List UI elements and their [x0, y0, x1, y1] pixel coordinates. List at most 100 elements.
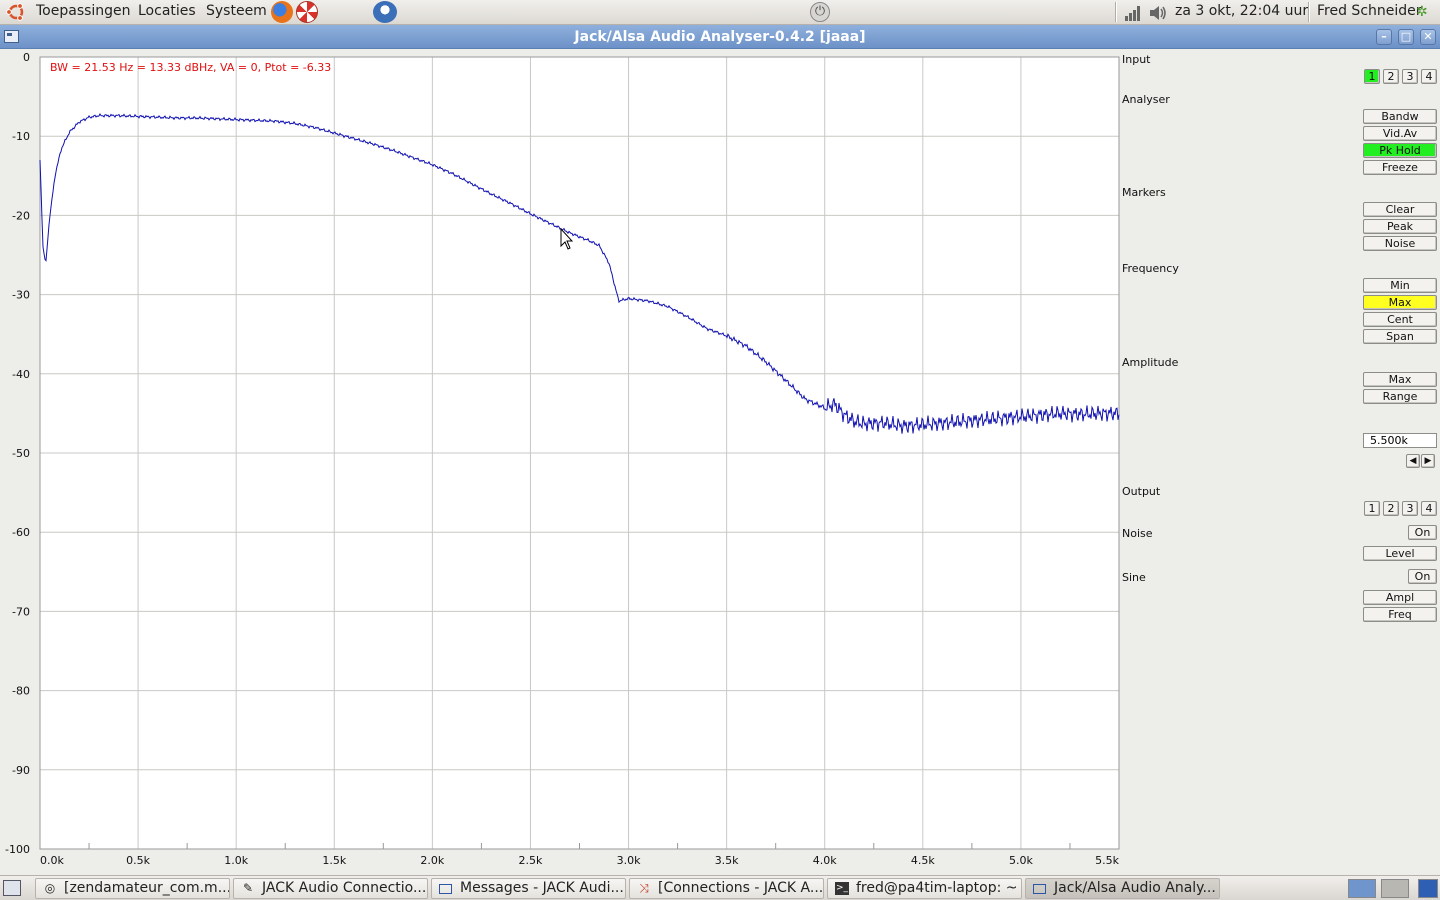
markers-noise-button[interactable]: Noise: [1363, 236, 1437, 251]
panel-separator: [1308, 2, 1310, 22]
minimize-button[interactable]: –: [1376, 29, 1392, 45]
task-jaaa[interactable]: Jack/Alsa Audio Analy...: [1025, 878, 1220, 899]
spectrum-plot[interactable]: 0 -10 -20 -30 -40 -50 -60 -70 -80 -90 -100 0.0k 0.5k…: [0, 49, 1120, 872]
x-tick-label: 5.5k: [1095, 854, 1119, 867]
x-tick-label: 4.5k: [911, 854, 935, 867]
y-tick-label: -40: [12, 368, 30, 381]
x-tick-label: 1.5k: [322, 854, 346, 867]
maximize-button[interactable]: □: [1398, 29, 1414, 45]
y-tick-label: -10: [12, 130, 30, 143]
sine-amplitude-button[interactable]: Ampl: [1363, 590, 1437, 605]
clock[interactable]: za 3 okt, 22:04 uur: [1175, 3, 1308, 19]
y-tick-label: 0: [23, 51, 30, 64]
input-4-button[interactable]: 4: [1421, 69, 1437, 84]
menu-applications[interactable]: Toepassingen: [36, 3, 131, 19]
analyser-label: Analyser: [1122, 93, 1170, 106]
task-terminal[interactable]: >_ fred@pa4tim-laptop: ~: [827, 878, 1022, 899]
user-menu[interactable]: Fred Schneider: [1317, 3, 1422, 19]
firefox-icon[interactable]: [271, 1, 293, 23]
spectrum-chart[interactable]: 0 -10 -20 -30 -40 -50 -60 -70 -80 -90 -100 0.0k 0.5k…: [0, 49, 1120, 872]
task-label: Jack/Alsa Audio Analy...: [1054, 880, 1216, 896]
bandwidth-button[interactable]: Bandw: [1363, 109, 1437, 124]
output-1-button[interactable]: 1: [1364, 501, 1380, 516]
input-3-button[interactable]: 3: [1402, 69, 1418, 84]
frequency-span-button[interactable]: Span: [1363, 329, 1437, 344]
frequency-min-button[interactable]: Min: [1363, 278, 1437, 293]
status-line: BW = 21.53 Hz = 13.33 dBHz, VA = 0, Ptot…: [50, 61, 332, 74]
output-2-button[interactable]: 2: [1383, 501, 1399, 516]
frequency-center-button[interactable]: Cent: [1363, 312, 1437, 327]
peak-hold-button[interactable]: Pk Hold: [1363, 143, 1437, 158]
menu-system[interactable]: Systeem: [206, 3, 267, 19]
noise-on-button[interactable]: On: [1408, 525, 1437, 540]
top-panel: Toepassingen Locaties Systeem ⏻ za 3 okt…: [0, 0, 1440, 25]
task-label: [zendamateur_com.m...: [64, 880, 230, 896]
decrease-arrow-icon[interactable]: ◀: [1406, 454, 1420, 468]
x-tick-label: 1.0k: [224, 854, 248, 867]
task-jack-connections[interactable]: ⤨ [Connections - JACK A...: [629, 878, 824, 899]
noise-label: Noise: [1122, 527, 1153, 540]
y-tick-label: -90: [12, 764, 30, 777]
x-tick-label: 4.0k: [813, 854, 837, 867]
markers-peak-button[interactable]: Peak: [1363, 219, 1437, 234]
window-title-bar[interactable]: Jack/Alsa Audio Analyser-0.4.2 [jaaa] – …: [0, 25, 1440, 49]
taskbar: ◎ [zendamateur_com.m... ✎ JACK Audio Con…: [0, 875, 1440, 900]
x-tick-label: 0.5k: [126, 854, 150, 867]
input-2-button[interactable]: 2: [1383, 69, 1399, 84]
input-1-button[interactable]: 1: [1364, 69, 1380, 84]
y-tick-label: -80: [12, 685, 30, 698]
ubuntu-logo-icon[interactable]: [6, 3, 26, 21]
markers-label: Markers: [1122, 186, 1166, 199]
close-button[interactable]: ✕: [1420, 29, 1436, 45]
panel-separator: [1115, 2, 1117, 22]
input-label: Input: [1122, 53, 1151, 66]
x-tick-label: 3.0k: [617, 854, 641, 867]
frequency-max-button[interactable]: Max: [1363, 295, 1437, 310]
amplitude-range-button[interactable]: Range: [1363, 389, 1437, 404]
sine-frequency-button[interactable]: Freq: [1363, 607, 1437, 622]
sine-on-button[interactable]: On: [1408, 569, 1437, 584]
pen-icon: ✎: [242, 881, 254, 895]
menu-places[interactable]: Locaties: [138, 3, 196, 19]
task-browser[interactable]: ◎ [zendamateur_com.m...: [35, 878, 230, 899]
output-4-button[interactable]: 4: [1421, 501, 1437, 516]
trash-icon[interactable]: [1418, 879, 1438, 898]
terminal-icon: >_: [835, 882, 849, 895]
y-tick-label: -50: [12, 447, 30, 460]
x-tick-label: 2.0k: [420, 854, 444, 867]
workspace-2[interactable]: [1381, 879, 1409, 898]
value-input[interactable]: 5.500k: [1363, 433, 1437, 448]
output-label: Output: [1122, 485, 1161, 498]
y-tick-label: -30: [12, 289, 30, 302]
frequency-label: Frequency: [1122, 262, 1179, 275]
noise-level-button[interactable]: Level: [1363, 546, 1437, 561]
control-panel: Input 1 2 3 4 Analyser Bandw Vid.Av Pk H…: [1120, 49, 1440, 872]
task-jack-control[interactable]: ✎ JACK Audio Connectio...: [233, 878, 428, 899]
x-tick-label: 0.0k: [40, 854, 64, 867]
x-tick-label: 2.5k: [519, 854, 543, 867]
task-label: fred@pa4tim-laptop: ~: [856, 880, 1018, 896]
task-jack-messages[interactable]: Messages - JACK Audi...: [431, 878, 626, 899]
thunderbird-icon[interactable]: [373, 1, 397, 23]
increase-arrow-icon[interactable]: ▶: [1421, 454, 1435, 468]
sine-label: Sine: [1122, 571, 1146, 584]
markers-clear-button[interactable]: Clear: [1363, 202, 1437, 217]
video-average-button[interactable]: Vid.Av: [1363, 126, 1437, 141]
network-signal-icon[interactable]: [1124, 5, 1142, 21]
y-tick-label: -70: [12, 605, 30, 618]
output-3-button[interactable]: 3: [1402, 501, 1418, 516]
task-label: Messages - JACK Audi...: [460, 880, 624, 896]
show-desktop-icon[interactable]: [3, 880, 21, 896]
workspace-1[interactable]: [1348, 879, 1376, 898]
help-lifebuoy-icon[interactable]: [296, 1, 318, 23]
amplitude-label: Amplitude: [1122, 356, 1179, 369]
volume-icon[interactable]: [1148, 4, 1168, 22]
freeze-button[interactable]: Freeze: [1363, 160, 1437, 175]
user-status-icon[interactable]: ✲: [1416, 4, 1432, 20]
browser-icon: ◎: [44, 881, 56, 895]
window-menu-icon[interactable]: [4, 30, 19, 43]
amplitude-max-button[interactable]: Max: [1363, 372, 1437, 387]
task-label: [Connections - JACK A...: [658, 880, 824, 896]
power-icon[interactable]: ⏻: [810, 2, 830, 22]
y-tick-label: -60: [12, 526, 30, 539]
